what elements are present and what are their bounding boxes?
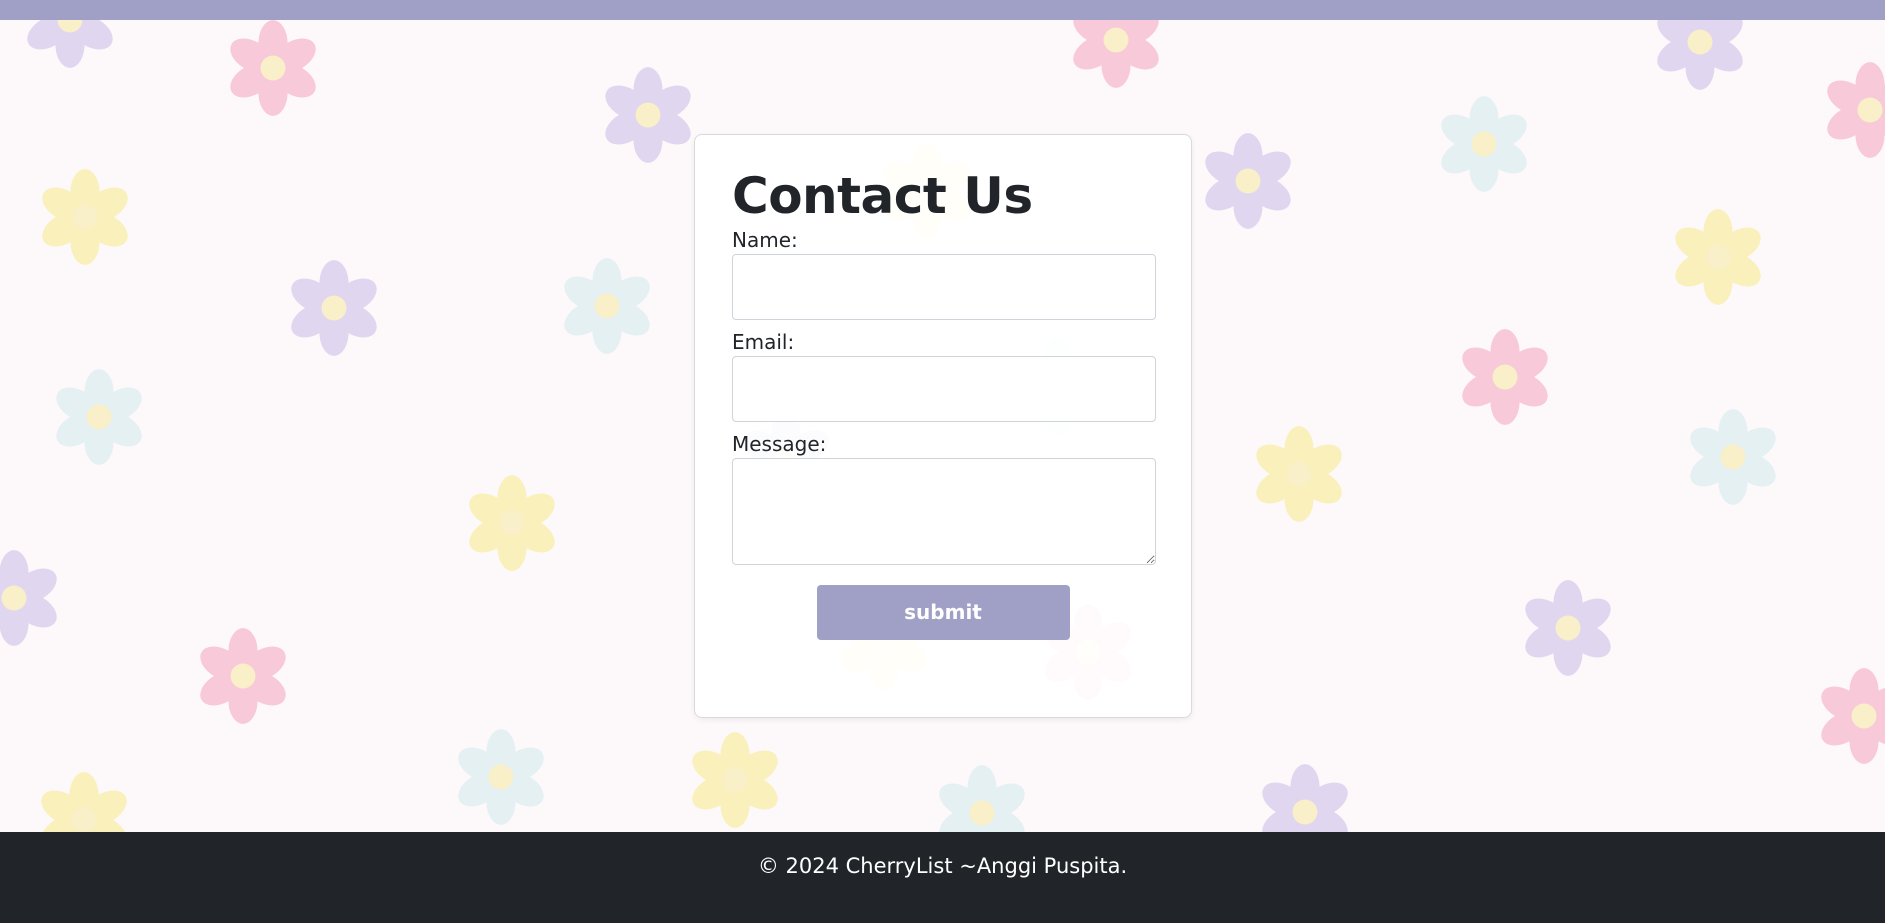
flower-decoration — [1821, 668, 1885, 764]
flower-decoration — [1073, 20, 1159, 88]
flower-decoration — [56, 369, 142, 465]
flower-decoration — [1675, 209, 1761, 305]
message-textarea[interactable] — [732, 457, 1156, 565]
flower-decoration — [469, 475, 555, 571]
flower-decoration — [564, 258, 650, 354]
contact-form: Name: Email: Message: submit — [732, 227, 1156, 640]
flower-decoration — [1827, 62, 1885, 158]
flower-decoration — [458, 729, 544, 825]
footer: © 2024 CherryList ~Anggi Puspita. — [0, 832, 1885, 923]
flower-decoration — [692, 732, 778, 828]
email-input[interactable] — [732, 355, 1156, 422]
flower-decoration — [939, 765, 1025, 832]
message-label: Message: — [732, 431, 827, 456]
name-input[interactable] — [732, 253, 1156, 320]
name-label: Name: — [732, 227, 798, 252]
page-title: Contact Us — [732, 167, 1033, 225]
flower-decoration — [27, 20, 113, 68]
flower-decoration — [200, 628, 286, 724]
flower-decoration — [1262, 764, 1348, 832]
flower-decoration — [291, 260, 377, 356]
top-navbar — [0, 0, 1885, 20]
flower-decoration — [41, 772, 127, 832]
flower-decoration — [230, 20, 316, 116]
flower-decoration — [1657, 20, 1743, 90]
flower-decoration — [42, 169, 128, 265]
flower-decoration — [1690, 409, 1776, 505]
flower-decoration — [1441, 96, 1527, 192]
contact-form-card: Contact Us Name: Email: Message: submit — [694, 134, 1192, 718]
flower-decoration — [1462, 329, 1548, 425]
flower-decoration — [1205, 133, 1291, 229]
flower-decoration — [1525, 580, 1611, 676]
footer-copyright: © 2024 CherryList ~Anggi Puspita. — [757, 854, 1128, 878]
email-label: Email: — [732, 329, 795, 354]
submit-button[interactable]: submit — [816, 584, 1070, 640]
flower-decoration — [605, 67, 691, 163]
flower-decoration — [1256, 426, 1342, 522]
flower-decoration — [0, 550, 57, 646]
